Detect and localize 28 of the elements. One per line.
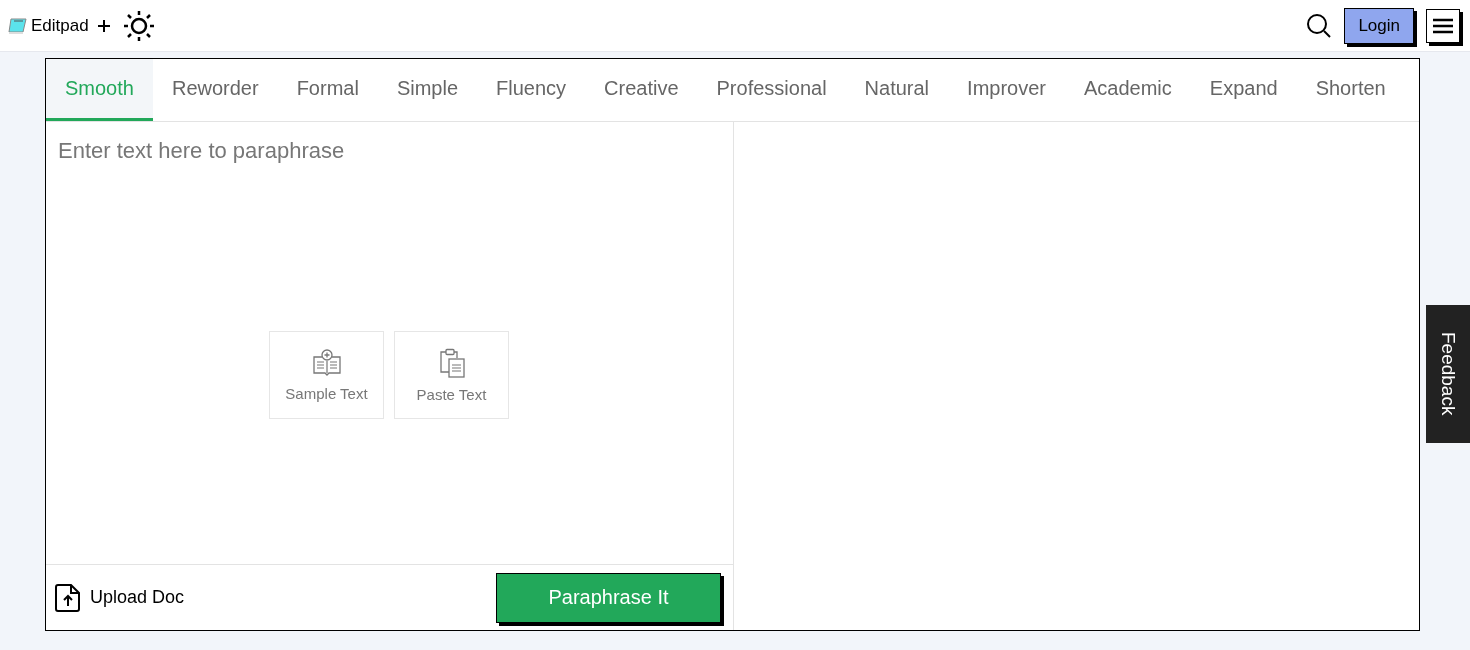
- mode-tab[interactable]: Reworder: [152, 59, 278, 121]
- mode-tab[interactable]: Shorten: [1296, 59, 1405, 121]
- mode-tab[interactable]: Academic: [1065, 59, 1191, 121]
- notebook-icon: [8, 16, 28, 35]
- search-icon[interactable]: [1306, 12, 1333, 39]
- mode-tab[interactable]: Professional: [697, 59, 846, 121]
- mode-tab[interactable]: Expand: [1190, 59, 1297, 121]
- input-placeholder: Enter text here to paraphrase: [58, 138, 345, 163]
- mode-tab[interactable]: Fluency: [477, 59, 586, 121]
- menu-button[interactable]: [1426, 8, 1460, 43]
- brand-link[interactable]: Editpad: [8, 15, 89, 36]
- upload-doc-link[interactable]: Upload Doc: [54, 582, 185, 613]
- sun-icon[interactable]: [122, 9, 155, 42]
- plus-icon[interactable]: [96, 18, 111, 33]
- mode-tab[interactable]: Natural: [845, 59, 949, 121]
- login-button[interactable]: Login: [1344, 7, 1414, 44]
- paraphrase-button[interactable]: Paraphrase It: [496, 572, 721, 623]
- feedback-tab[interactable]: Feedback: [1426, 305, 1470, 443]
- mode-tab[interactable]: Creative: [585, 59, 698, 121]
- text-input-area[interactable]: Enter text here to paraphrase Sample Text Paste Text: [46, 122, 733, 564]
- menu-icon: [1433, 17, 1453, 34]
- mode-tab[interactable]: Simple: [377, 59, 477, 121]
- upload-file-icon: [54, 582, 82, 613]
- mode-tab[interactable]: Formal: [277, 59, 378, 121]
- paste-text-button[interactable]: Paste Text: [394, 331, 509, 419]
- open-book-plus-icon: [311, 348, 342, 377]
- mode-tab[interactable]: Improver: [948, 59, 1065, 121]
- sample-text-button[interactable]: Sample Text: [269, 331, 384, 419]
